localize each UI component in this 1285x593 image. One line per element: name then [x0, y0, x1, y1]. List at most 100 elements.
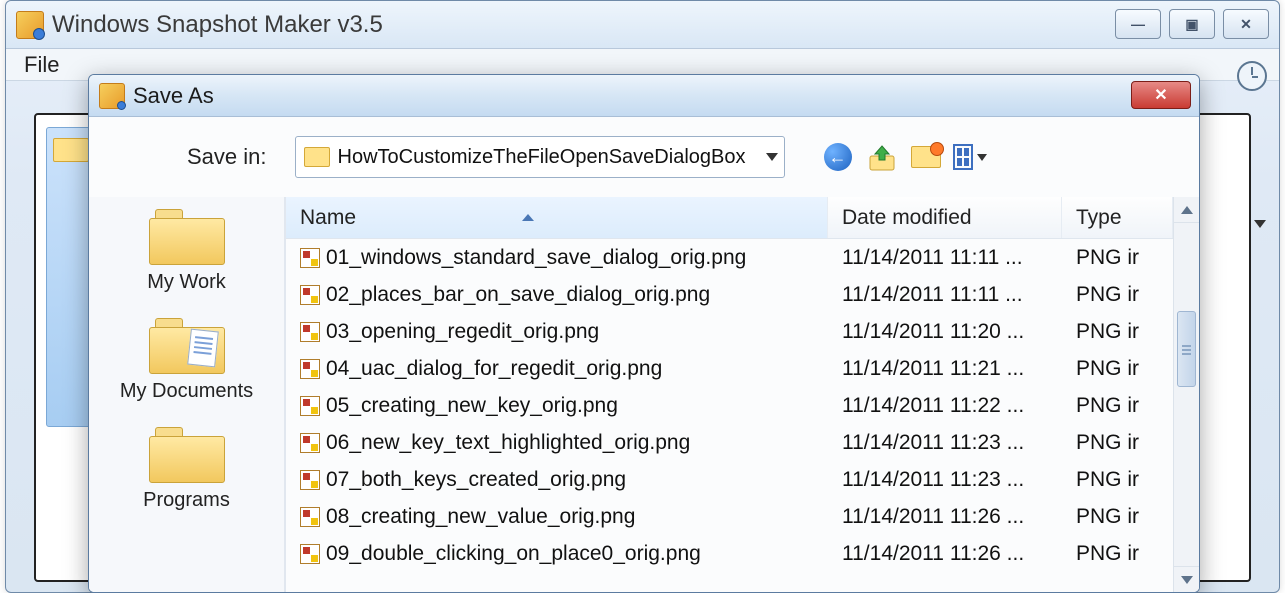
file-type-cell: PNG ir — [1062, 468, 1173, 492]
column-header-type[interactable]: Type — [1062, 197, 1173, 238]
new-folder-icon — [911, 146, 941, 168]
places-item-my-work[interactable]: My Work — [89, 201, 284, 310]
png-file-icon — [300, 285, 320, 305]
png-file-icon — [300, 433, 320, 453]
file-date-cell: 11/14/2011 11:26 ... — [828, 505, 1062, 529]
file-type-cell: PNG ir — [1062, 542, 1173, 566]
maximize-icon: ▣ — [1185, 16, 1198, 33]
column-headers: Name Date modified Type — [286, 197, 1173, 239]
column-header-name[interactable]: Name — [286, 197, 828, 238]
chevron-down-icon — [1181, 576, 1193, 584]
file-row[interactable]: 07_both_keys_created_orig.png11/14/2011 … — [286, 461, 1173, 498]
file-name: 01_windows_standard_save_dialog_orig.png — [326, 246, 746, 270]
places-item-label: My Work — [147, 271, 226, 294]
chevron-up-icon — [1181, 206, 1193, 214]
file-name: 05_creating_new_key_orig.png — [326, 394, 618, 418]
back-button[interactable]: ← — [821, 140, 855, 174]
file-name: 06_new_key_text_highlighted_orig.png — [326, 431, 690, 455]
png-file-icon — [300, 248, 320, 268]
file-name-cell: 05_creating_new_key_orig.png — [286, 394, 828, 418]
file-row[interactable]: 05_creating_new_key_orig.png 11/14/2011 1… — [286, 387, 1173, 424]
maximize-button[interactable]: ▣ — [1169, 9, 1215, 39]
chevron-down-icon — [977, 154, 987, 161]
file-row[interactable]: 03_opening_regedit_orig.png 11/14/2011 11… — [286, 313, 1173, 350]
places-bar: My Work My Documents Programs — [89, 197, 285, 592]
file-date-cell: 11/14/2011 11:11 ... — [828, 246, 1062, 270]
dialog-title: Save As — [133, 83, 214, 109]
png-file-icon — [300, 396, 320, 416]
places-item-label: Programs — [143, 489, 230, 512]
file-name: 03_opening_regedit_orig.png — [326, 320, 599, 344]
file-name-cell: 07_both_keys_created_orig.png — [286, 468, 828, 492]
file-name-cell: 04_uac_dialog_for_regedit_orig.png — [286, 357, 828, 381]
png-file-icon — [300, 544, 320, 564]
file-row[interactable]: 08_creating_new_value_orig.png11/14/2011… — [286, 498, 1173, 535]
png-file-icon — [300, 507, 320, 527]
file-row[interactable]: 04_uac_dialog_for_regedit_orig.png 11/14/… — [286, 350, 1173, 387]
chevron-down-icon — [1254, 220, 1266, 228]
save-in-combo[interactable]: HowToCustomizeTheFileOpenSaveDialogBox — [295, 136, 785, 178]
minimize-icon: — — [1131, 16, 1145, 32]
file-row[interactable]: 09_double_clicking_on_place0_orig.png 11/… — [286, 535, 1173, 572]
views-menu-button[interactable] — [953, 140, 987, 174]
file-name-cell: 08_creating_new_value_orig.png — [286, 505, 828, 529]
file-row[interactable]: 01_windows_standard_save_dialog_orig.png… — [286, 239, 1173, 276]
save-as-dialog: Save As ✕ Save in: HowToCustomizeTheFile… — [88, 74, 1200, 593]
file-date-cell: 11/14/2011 11:22 ... — [828, 394, 1062, 418]
file-name: 09_double_clicking_on_place0_orig.png — [326, 542, 701, 566]
main-toolbar — [1237, 56, 1267, 96]
places-item-label: My Documents — [120, 380, 253, 403]
file-rows: 01_windows_standard_save_dialog_orig.png… — [286, 239, 1173, 592]
main-titlebar[interactable]: Windows Snapshot Maker v3.5 — ▣ ✕ — [6, 1, 1279, 49]
file-name: 02_places_bar_on_save_dialog_orig.png — [326, 283, 710, 307]
navigation-buttons: ← — [821, 140, 987, 174]
up-one-level-button[interactable] — [865, 140, 899, 174]
arrow-left-icon: ← — [824, 143, 852, 171]
file-date-cell: 11/14/2011 11:11 ... — [828, 283, 1062, 307]
file-name-cell: 09_double_clicking_on_place0_orig.png — [286, 542, 828, 566]
file-name-cell: 03_opening_regedit_orig.png — [286, 320, 828, 344]
dialog-close-button[interactable]: ✕ — [1131, 81, 1191, 109]
application-icon — [99, 83, 125, 109]
column-header-label: Name — [300, 206, 356, 230]
folder-icon — [149, 427, 225, 483]
file-type-cell: PNG ir — [1062, 431, 1173, 455]
png-file-icon — [300, 322, 320, 342]
save-in-value: HowToCustomizeTheFileOpenSaveDialogBox — [338, 146, 746, 169]
list-scrollbar[interactable] — [1173, 197, 1199, 592]
file-type-cell: PNG ir — [1062, 320, 1173, 344]
file-row[interactable]: 02_places_bar_on_save_dialog_orig.png 11/… — [286, 276, 1173, 313]
menu-file[interactable]: File — [14, 50, 69, 80]
scroll-up-button[interactable] — [1174, 197, 1199, 223]
file-list: Name Date modified Type 01_windows_stand… — [285, 197, 1173, 592]
column-header-label: Type — [1076, 206, 1122, 230]
column-header-date[interactable]: Date modified — [828, 197, 1062, 238]
file-name: 07_both_keys_created_orig.png — [326, 468, 626, 492]
new-folder-button[interactable] — [909, 140, 943, 174]
close-button[interactable]: ✕ — [1223, 9, 1269, 39]
window-buttons: — ▣ ✕ — [1115, 9, 1269, 39]
file-name-cell: 01_windows_standard_save_dialog_orig.png — [286, 246, 828, 270]
file-date-cell: 11/14/2011 11:21 ... — [828, 357, 1062, 381]
clock-icon[interactable] — [1237, 61, 1267, 91]
folder-icon — [53, 138, 89, 162]
minimize-button[interactable]: — — [1115, 9, 1161, 39]
folder-icon — [304, 147, 330, 167]
file-type-cell: PNG ir — [1062, 246, 1173, 270]
png-file-icon — [300, 470, 320, 490]
file-date-cell: 11/14/2011 11:20 ... — [828, 320, 1062, 344]
folder-documents-icon — [149, 318, 225, 374]
file-name: 04_uac_dialog_for_regedit_orig.png — [326, 357, 662, 381]
application-icon — [16, 11, 44, 39]
save-in-row: Save in: HowToCustomizeTheFileOpenSaveDi… — [89, 117, 1199, 197]
file-type-cell: PNG ir — [1062, 357, 1173, 381]
file-row[interactable]: 06_new_key_text_highlighted_orig.png11/1… — [286, 424, 1173, 461]
file-name-cell: 02_places_bar_on_save_dialog_orig.png — [286, 283, 828, 307]
file-date-cell: 11/14/2011 11:26 ... — [828, 542, 1062, 566]
dialog-titlebar[interactable]: Save As ✕ — [89, 75, 1199, 117]
places-item-programs[interactable]: Programs — [89, 419, 284, 528]
scroll-thumb[interactable] — [1177, 311, 1196, 387]
png-file-icon — [300, 359, 320, 379]
places-item-my-documents[interactable]: My Documents — [89, 310, 284, 419]
scroll-down-button[interactable] — [1174, 566, 1199, 592]
